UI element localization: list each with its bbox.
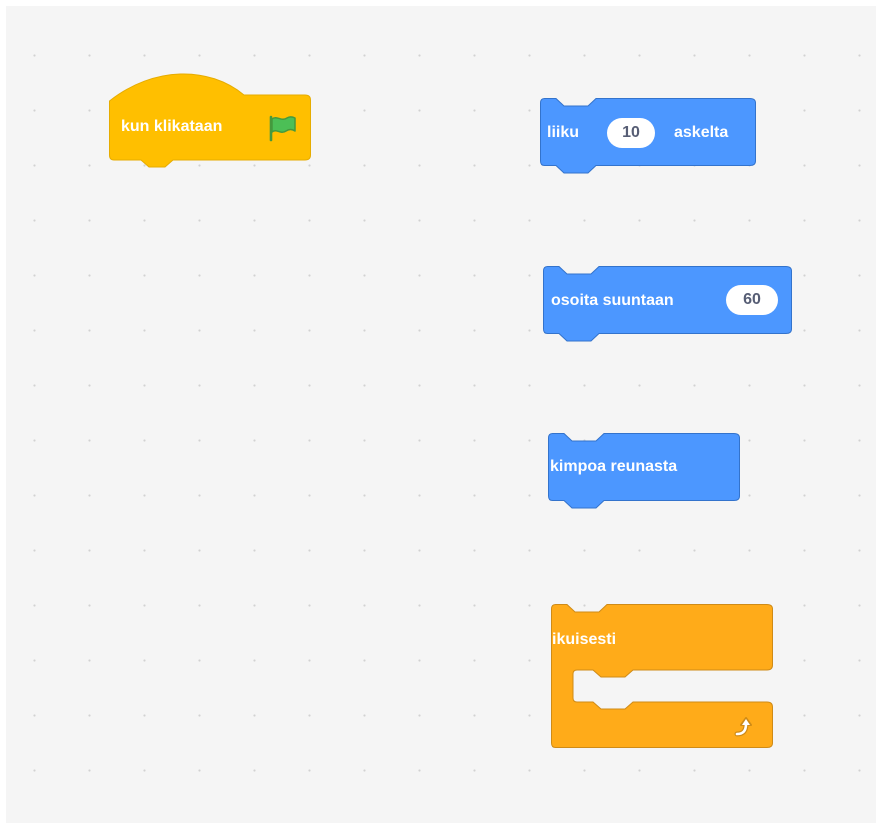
forever-block[interactable]: ikuisesti	[551, 604, 773, 750]
bounce-on-edge-block[interactable]: kimpoa reunasta	[548, 433, 740, 513]
direction-input[interactable]: 60	[726, 285, 778, 315]
bounce-on-edge-label: kimpoa reunasta	[550, 458, 678, 475]
point-in-direction-label: osoita suuntaan	[551, 292, 674, 309]
steps-input[interactable]: 10	[607, 118, 655, 148]
loop-arrow-icon	[734, 717, 752, 737]
point-in-direction-block[interactable]: osoita suuntaan 60	[543, 266, 792, 346]
move-steps-label-before: liiku	[547, 124, 580, 141]
forever-label: ikuisesti	[552, 631, 617, 648]
move-steps-block[interactable]: liiku 10 askelta	[540, 98, 756, 178]
code-workspace[interactable]: kun klikataan liiku 10 askelta osoita su…	[6, 6, 876, 823]
when-flag-clicked-label: kun klikataan	[121, 118, 223, 135]
green-flag-icon	[269, 115, 296, 142]
move-steps-label-after: askelta	[674, 124, 729, 141]
when-flag-clicked-block[interactable]: kun klikataan	[109, 70, 311, 174]
